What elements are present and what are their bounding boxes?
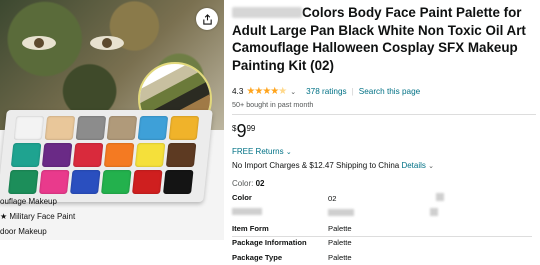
product-details: Colors Body Face Paint Palette for Adult… xyxy=(232,4,536,265)
paint-pan xyxy=(44,116,76,140)
spec-value: Palette xyxy=(328,252,352,262)
price-fraction: 99 xyxy=(246,124,256,133)
paint-pans-grid xyxy=(8,116,200,194)
color-label: Color: xyxy=(232,179,254,188)
paint-pan xyxy=(134,143,166,167)
chevron-down-icon: ⌄ xyxy=(428,163,435,170)
redacted-key xyxy=(232,208,262,216)
product-title: Colors Body Face Paint Palette for Adult… xyxy=(232,4,536,74)
paint-pan xyxy=(72,143,104,167)
image-caption-3: door Makeup xyxy=(0,227,47,236)
star-bullet-icon: ★ xyxy=(0,212,10,221)
rating-value: 4.3 xyxy=(232,87,244,96)
price: $ 9 99 xyxy=(232,121,536,141)
product-specs-table: Color 02 Item Form Palette Package Infor… xyxy=(232,191,532,265)
free-returns-link[interactable]: FREE Returns ⌄ xyxy=(232,147,536,156)
redacted-value xyxy=(436,193,445,201)
paint-pan xyxy=(101,170,132,194)
divider-line xyxy=(232,114,536,115)
paint-pan xyxy=(137,116,169,140)
search-this-page-link[interactable]: Search this page xyxy=(359,87,420,96)
spec-value-redacted xyxy=(328,206,532,221)
shipping-text: No Import Charges & $12.47 Shipping to C… xyxy=(232,161,400,170)
spec-value: Palette xyxy=(328,223,352,233)
eye-right xyxy=(90,36,124,50)
image-caption-1: ouflage Makeup xyxy=(0,197,57,206)
paint-pan xyxy=(75,116,107,140)
paint-pan xyxy=(165,143,197,167)
paint-pan xyxy=(106,116,138,140)
eye-left xyxy=(22,36,56,50)
spec-key: Package Type xyxy=(232,252,283,262)
shipping-details-link[interactable]: Details xyxy=(401,161,425,170)
color-value: 02 xyxy=(255,179,265,188)
ratings-count-link[interactable]: 378 ratings xyxy=(306,87,347,96)
share-icon xyxy=(202,13,212,25)
image-caption-2: ★ Military Face Paint xyxy=(0,212,75,221)
paint-pan xyxy=(10,143,42,167)
spec-key: Color xyxy=(232,193,252,202)
spec-row: Package Type Palette xyxy=(232,251,532,265)
spec-row: Color 02 xyxy=(232,191,532,206)
color-selection: Color: 02 xyxy=(232,179,536,188)
redacted-value-2 xyxy=(430,208,438,217)
spec-key: Package Information xyxy=(232,238,307,248)
redacted-brand xyxy=(232,7,302,18)
price-whole: 9 xyxy=(236,121,247,141)
spec-row-redacted xyxy=(232,206,532,221)
spec-row: Package Information Palette xyxy=(232,236,532,250)
free-returns-text: FREE Returns xyxy=(232,147,284,156)
paint-pan xyxy=(39,170,70,194)
product-image[interactable]: ouflage Makeup ★ Military Face Paint doo… xyxy=(0,0,224,240)
image-caption-2-text: Military Face Paint xyxy=(9,212,76,221)
spec-key-redacted xyxy=(232,206,328,221)
paint-pan xyxy=(8,170,39,194)
paint-pan xyxy=(103,143,135,167)
spec-value-text: 02 xyxy=(328,194,337,203)
spec-row: Item Form Palette xyxy=(232,222,532,236)
star-rating-icon[interactable]: ★★★★★ xyxy=(246,86,287,97)
chevron-down-icon: ⌄ xyxy=(285,149,292,156)
paint-pan xyxy=(132,170,163,194)
paint-pan xyxy=(13,116,45,140)
spec-value: 02 xyxy=(328,191,532,206)
spec-value: Palette xyxy=(328,238,352,248)
spec-key: Item Form xyxy=(232,223,269,233)
chevron-down-icon[interactable]: ⌄ xyxy=(290,88,296,96)
paint-pan xyxy=(70,170,101,194)
face-paint-palette xyxy=(0,110,213,202)
divider: | xyxy=(351,87,354,96)
redacted-value xyxy=(328,209,354,217)
bought-in-past-month: 50+ bought in past month xyxy=(232,100,314,109)
shipping-info: No Import Charges & $12.47 Shipping to C… xyxy=(232,161,536,170)
paint-pan xyxy=(163,170,194,194)
paint-pan xyxy=(168,116,200,140)
rating-row: 4.3 ★★★★★ ⌄ 378 ratings | Search this pa… xyxy=(232,86,536,97)
share-button[interactable] xyxy=(196,8,218,30)
paint-pan xyxy=(41,143,73,167)
divider-line xyxy=(232,236,532,237)
